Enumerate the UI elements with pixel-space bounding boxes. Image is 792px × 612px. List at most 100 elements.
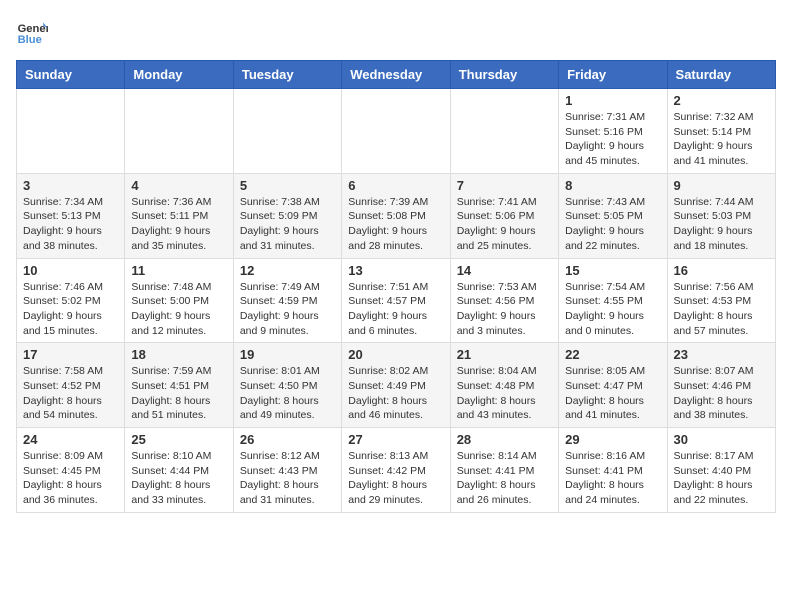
calendar-header-row: SundayMondayTuesdayWednesdayThursdayFrid… (17, 61, 776, 89)
calendar-cell: 30 Sunrise: 8:17 AM Sunset: 4:40 PM Dayli… (667, 428, 775, 513)
calendar-cell: 9 Sunrise: 7:44 AM Sunset: 5:03 PM Daylig… (667, 173, 775, 258)
day-number: 28 (457, 432, 552, 447)
svg-text:Blue: Blue (18, 34, 42, 46)
calendar-cell: 23 Sunrise: 8:07 AM Sunset: 4:46 PM Dayli… (667, 343, 775, 428)
calendar-cell: 6 Sunrise: 7:39 AM Sunset: 5:08 PM Daylig… (342, 173, 450, 258)
day-info: Sunrise: 7:44 AM Sunset: 5:03 PM Dayligh… (674, 195, 769, 254)
calendar-cell: 2 Sunrise: 7:32 AM Sunset: 5:14 PM Daylig… (667, 89, 775, 174)
header-thursday: Thursday (450, 61, 558, 89)
day-info: Sunrise: 7:58 AM Sunset: 4:52 PM Dayligh… (23, 364, 118, 423)
header-saturday: Saturday (667, 61, 775, 89)
header-monday: Monday (125, 61, 233, 89)
day-info: Sunrise: 7:46 AM Sunset: 5:02 PM Dayligh… (23, 280, 118, 339)
day-info: Sunrise: 7:54 AM Sunset: 4:55 PM Dayligh… (565, 280, 660, 339)
day-number: 10 (23, 263, 118, 278)
calendar-cell: 3 Sunrise: 7:34 AM Sunset: 5:13 PM Daylig… (17, 173, 125, 258)
calendar-cell: 14 Sunrise: 7:53 AM Sunset: 4:56 PM Dayli… (450, 258, 558, 343)
calendar-cell: 21 Sunrise: 8:04 AM Sunset: 4:48 PM Dayli… (450, 343, 558, 428)
day-info: Sunrise: 7:51 AM Sunset: 4:57 PM Dayligh… (348, 280, 443, 339)
calendar-week-4: 17 Sunrise: 7:58 AM Sunset: 4:52 PM Dayli… (17, 343, 776, 428)
day-info: Sunrise: 8:04 AM Sunset: 4:48 PM Dayligh… (457, 364, 552, 423)
calendar-week-5: 24Sunrise: 8:09 AM Sunset: 4:45 PM Dayli… (17, 428, 776, 513)
day-number: 11 (131, 263, 226, 278)
calendar-cell: 28 Sunrise: 8:14 AM Sunset: 4:41 PM Dayli… (450, 428, 558, 513)
calendar-cell: 17 Sunrise: 7:58 AM Sunset: 4:52 PM Dayli… (17, 343, 125, 428)
day-info: Sunrise: 8:10 AM Sunset: 4:44 PM Dayligh… (131, 449, 226, 508)
day-info: Sunrise: 8:01 AM Sunset: 4:50 PM Dayligh… (240, 364, 335, 423)
header-wednesday: Wednesday (342, 61, 450, 89)
calendar-cell: 20Sunrise: 8:02 AM Sunset: 4:49 PM Dayli… (342, 343, 450, 428)
day-info: Sunrise: 7:38 AM Sunset: 5:09 PM Dayligh… (240, 195, 335, 254)
day-number: 20 (348, 347, 443, 362)
day-number: 13 (348, 263, 443, 278)
calendar-cell: 18 Sunrise: 7:59 AM Sunset: 4:51 PM Dayli… (125, 343, 233, 428)
calendar-cell: 13 Sunrise: 7:51 AM Sunset: 4:57 PM Dayli… (342, 258, 450, 343)
calendar-cell (233, 89, 341, 174)
day-info: Sunrise: 7:34 AM Sunset: 5:13 PM Dayligh… (23, 195, 118, 254)
calendar-cell: 22Sunrise: 8:05 AM Sunset: 4:47 PM Dayli… (559, 343, 667, 428)
calendar-cell: 19 Sunrise: 8:01 AM Sunset: 4:50 PM Dayli… (233, 343, 341, 428)
day-info: Sunrise: 7:49 AM Sunset: 4:59 PM Dayligh… (240, 280, 335, 339)
day-number: 5 (240, 178, 335, 193)
day-number: 30 (674, 432, 769, 447)
day-info: Sunrise: 7:31 AM Sunset: 5:16 PM Dayligh… (565, 110, 660, 169)
day-number: 8 (565, 178, 660, 193)
calendar-cell: 8 Sunrise: 7:43 AM Sunset: 5:05 PM Daylig… (559, 173, 667, 258)
day-number: 26 (240, 432, 335, 447)
calendar-cell: 12 Sunrise: 7:49 AM Sunset: 4:59 PM Dayli… (233, 258, 341, 343)
day-number: 21 (457, 347, 552, 362)
day-info: Sunrise: 7:43 AM Sunset: 5:05 PM Dayligh… (565, 195, 660, 254)
calendar-cell: 16 Sunrise: 7:56 AM Sunset: 4:53 PM Dayli… (667, 258, 775, 343)
calendar-cell (450, 89, 558, 174)
day-number: 25 (131, 432, 226, 447)
day-info: Sunrise: 7:59 AM Sunset: 4:51 PM Dayligh… (131, 364, 226, 423)
day-number: 9 (674, 178, 769, 193)
day-number: 18 (131, 347, 226, 362)
day-number: 14 (457, 263, 552, 278)
header: General Blue (16, 16, 776, 48)
calendar-cell: 26Sunrise: 8:12 AM Sunset: 4:43 PM Dayli… (233, 428, 341, 513)
calendar-cell (17, 89, 125, 174)
calendar-cell: 4Sunrise: 7:36 AM Sunset: 5:11 PM Daylig… (125, 173, 233, 258)
day-info: Sunrise: 7:53 AM Sunset: 4:56 PM Dayligh… (457, 280, 552, 339)
day-number: 3 (23, 178, 118, 193)
day-number: 15 (565, 263, 660, 278)
day-number: 19 (240, 347, 335, 362)
logo-icon: General Blue (16, 16, 48, 48)
day-number: 1 (565, 93, 660, 108)
day-number: 12 (240, 263, 335, 278)
header-friday: Friday (559, 61, 667, 89)
header-sunday: Sunday (17, 61, 125, 89)
day-number: 29 (565, 432, 660, 447)
header-tuesday: Tuesday (233, 61, 341, 89)
calendar-cell: 15 Sunrise: 7:54 AM Sunset: 4:55 PM Dayli… (559, 258, 667, 343)
day-number: 2 (674, 93, 769, 108)
day-number: 17 (23, 347, 118, 362)
calendar-cell: 1 Sunrise: 7:31 AM Sunset: 5:16 PM Daylig… (559, 89, 667, 174)
calendar-cell: 5 Sunrise: 7:38 AM Sunset: 5:09 PM Daylig… (233, 173, 341, 258)
day-info: Sunrise: 7:32 AM Sunset: 5:14 PM Dayligh… (674, 110, 769, 169)
day-info: Sunrise: 7:56 AM Sunset: 4:53 PM Dayligh… (674, 280, 769, 339)
calendar-cell (125, 89, 233, 174)
day-info: Sunrise: 8:17 AM Sunset: 4:40 PM Dayligh… (674, 449, 769, 508)
calendar-cell (342, 89, 450, 174)
calendar-cell: 24Sunrise: 8:09 AM Sunset: 4:45 PM Dayli… (17, 428, 125, 513)
day-info: Sunrise: 7:39 AM Sunset: 5:08 PM Dayligh… (348, 195, 443, 254)
day-number: 23 (674, 347, 769, 362)
day-number: 24 (23, 432, 118, 447)
day-number: 4 (131, 178, 226, 193)
day-info: Sunrise: 8:13 AM Sunset: 4:42 PM Dayligh… (348, 449, 443, 508)
day-number: 16 (674, 263, 769, 278)
calendar: SundayMondayTuesdayWednesdayThursdayFrid… (16, 60, 776, 513)
calendar-cell: 29Sunrise: 8:16 AM Sunset: 4:41 PM Dayli… (559, 428, 667, 513)
day-number: 27 (348, 432, 443, 447)
day-number: 6 (348, 178, 443, 193)
day-number: 22 (565, 347, 660, 362)
calendar-week-3: 10 Sunrise: 7:46 AM Sunset: 5:02 PM Dayli… (17, 258, 776, 343)
calendar-cell: 25 Sunrise: 8:10 AM Sunset: 4:44 PM Dayli… (125, 428, 233, 513)
calendar-week-1: 1 Sunrise: 7:31 AM Sunset: 5:16 PM Daylig… (17, 89, 776, 174)
day-info: Sunrise: 8:07 AM Sunset: 4:46 PM Dayligh… (674, 364, 769, 423)
logo: General Blue (16, 16, 48, 48)
day-info: Sunrise: 8:14 AM Sunset: 4:41 PM Dayligh… (457, 449, 552, 508)
day-info: Sunrise: 7:41 AM Sunset: 5:06 PM Dayligh… (457, 195, 552, 254)
